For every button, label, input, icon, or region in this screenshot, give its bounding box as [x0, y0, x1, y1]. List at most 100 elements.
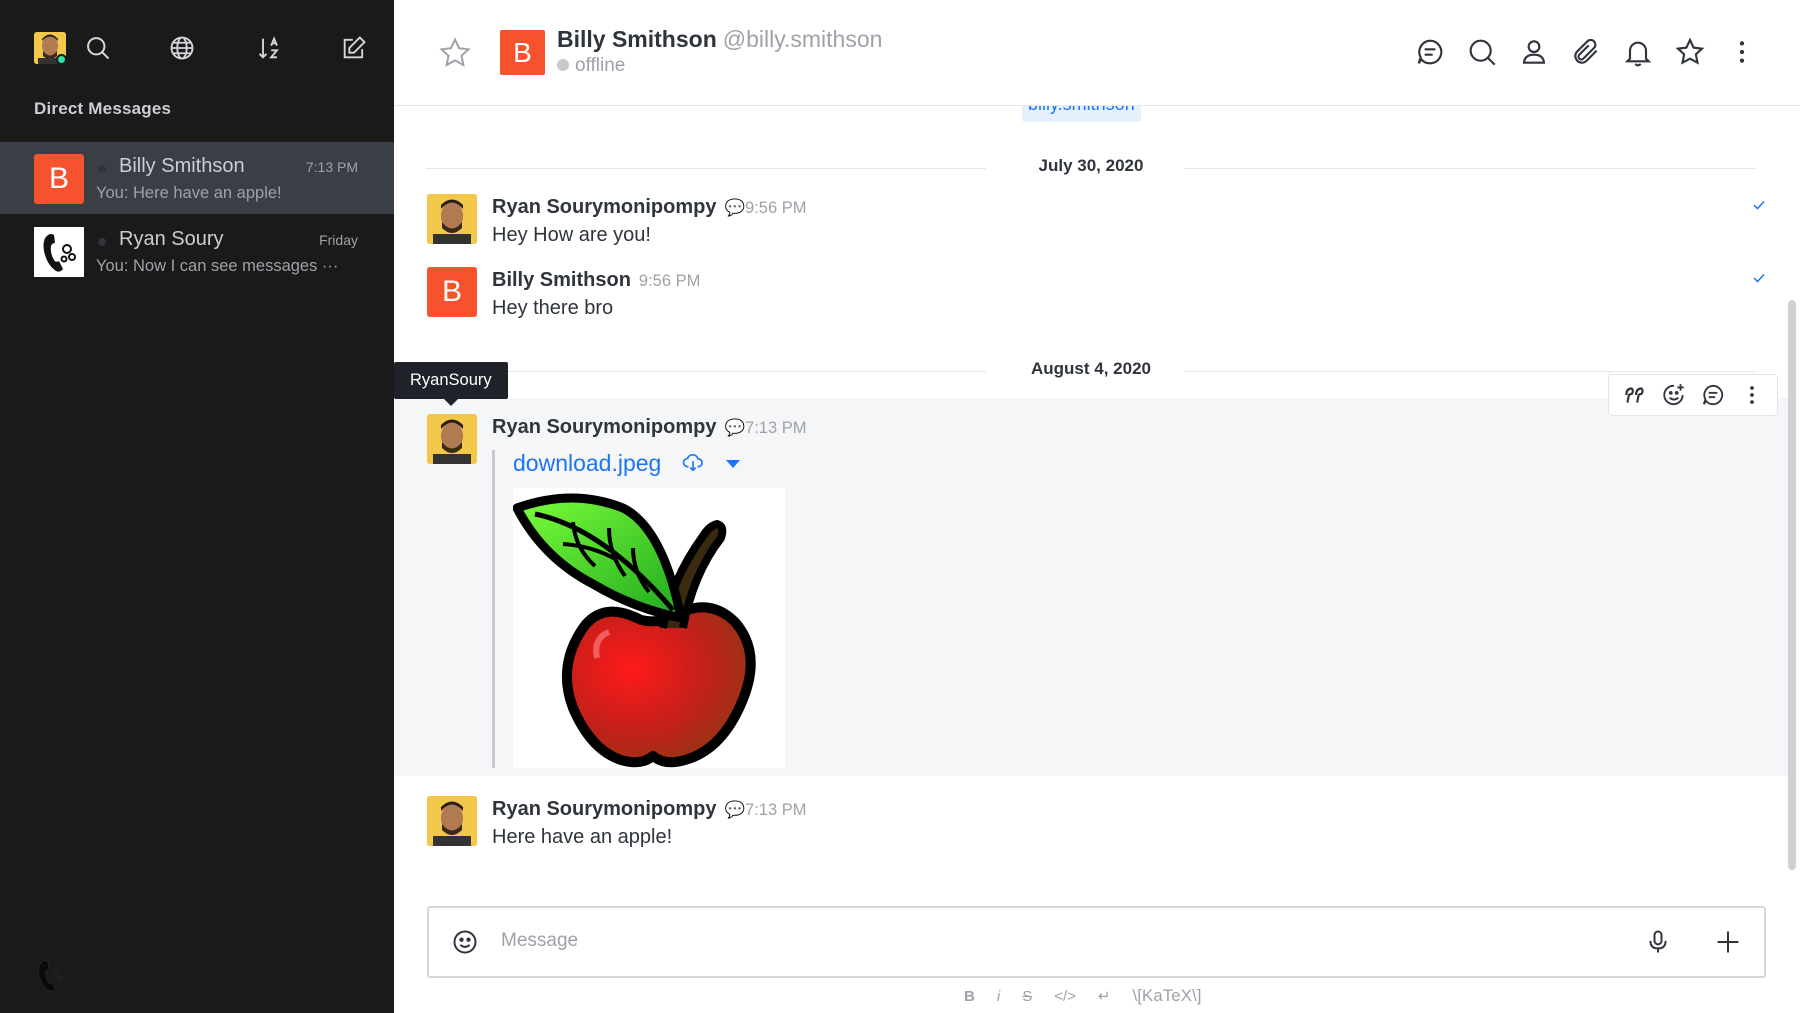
message-item-attachment[interactable]: Ryan Sourymonipompy 💬7:13 PM download.jpe…	[394, 398, 1788, 776]
message-avatar[interactable]	[427, 194, 477, 244]
message-item[interactable]: Ryan Sourymonipompy 💬7:13 PM Here have an…	[394, 786, 1788, 850]
katex-format-button[interactable]: \[KaTeX\]	[1132, 986, 1201, 1006]
attachment-link[interactable]: download.jpeg	[513, 450, 661, 476]
plus-icon[interactable]	[1714, 928, 1742, 956]
dm-time: 7:13 PM	[305, 159, 358, 175]
header-actions	[1394, 36, 1758, 68]
user-avatar[interactable]	[34, 32, 66, 64]
message-timestamp: 9:56 PM	[745, 199, 807, 217]
message-text: Hey How are you!	[492, 224, 651, 246]
message-avatar[interactable]	[427, 414, 477, 464]
message-timestamp: 7:13 PM	[745, 419, 807, 437]
dm-avatar	[34, 227, 84, 277]
message-header: Billy Smithson 9:56 PM	[492, 269, 700, 292]
message-list[interactable]: billy.smithson July 30, 2020 Ryan Sourym…	[394, 106, 1788, 886]
star-icon[interactable]	[1674, 36, 1706, 68]
room-avatar: B	[500, 30, 545, 75]
message-header: Ryan Sourymonipompy 💬9:56 PM	[492, 196, 806, 219]
user-info-icon[interactable]	[1518, 36, 1550, 68]
sidebar-toolbar	[34, 28, 374, 68]
microphone-icon[interactable]	[1644, 928, 1672, 956]
download-cloud-icon[interactable]	[682, 453, 704, 473]
room-username: @billy.smithson	[722, 26, 883, 52]
attachment-image-apple[interactable]	[513, 488, 785, 768]
attachment-title: download.jpeg	[513, 450, 741, 477]
message-author[interactable]: Ryan Sourymonipompy	[492, 196, 716, 218]
kebab-menu-icon[interactable]	[1726, 36, 1758, 68]
thread-small-icon: 💬	[724, 199, 746, 217]
strike-format-button[interactable]: S	[1022, 988, 1032, 1005]
room-header: B Billy Smithson @billy.smithson offline	[394, 0, 1800, 106]
message-item[interactable]: Ryan Sourymonipompy 💬9:56 PM Hey How are …	[394, 194, 1788, 258]
date-divider: August 4, 2020	[426, 359, 1756, 383]
bell-icon[interactable]	[1622, 36, 1654, 68]
italic-format-button[interactable]: i	[997, 988, 1000, 1005]
read-check-icon	[1752, 198, 1766, 212]
collapse-caret-icon[interactable]	[726, 460, 741, 469]
read-check-icon	[1752, 271, 1766, 285]
sidebar: Direct Messages B Billy Smithson 7:13 PM…	[0, 0, 394, 1013]
quote-icon[interactable]	[1622, 382, 1648, 408]
date-divider: July 30, 2020	[426, 156, 1756, 180]
room-title: Billy Smithson @billy.smithson	[557, 26, 882, 53]
dm-time: Friday	[319, 232, 358, 248]
multiline-format-button[interactable]: ↵	[1098, 987, 1111, 1005]
date-label: July 30, 2020	[1038, 156, 1144, 175]
message-action-toolbar	[1608, 374, 1778, 416]
date-label: August 4, 2020	[1031, 359, 1151, 378]
message-header: Ryan Sourymonipompy 💬7:13 PM	[492, 416, 806, 439]
thread-small-icon: 💬	[724, 419, 746, 437]
workspace-logo-icon[interactable]	[34, 957, 66, 993]
dm-avatar: B	[34, 154, 84, 204]
dm-last-message: You: Now I can see messages ···	[96, 257, 339, 275]
globe-icon[interactable]	[168, 34, 196, 62]
dm-last-message: You: Here have an apple!	[96, 184, 282, 202]
mention-chip[interactable]: billy.smithson	[1022, 106, 1141, 122]
edit-icon[interactable]	[340, 34, 368, 62]
message-input[interactable]: Message	[501, 930, 578, 952]
message-author[interactable]: Ryan Sourymonipompy	[492, 798, 716, 820]
dm-name: Ryan Soury	[119, 228, 224, 250]
code-format-button[interactable]: </>	[1054, 988, 1076, 1005]
room-status: offline	[557, 55, 625, 77]
message-time: 💬7:13 PM	[724, 419, 806, 437]
scrollbar[interactable]	[1788, 300, 1796, 870]
dm-item-ryan-soury[interactable]: Ryan Soury Friday You: Now I can see mes…	[0, 215, 394, 287]
emoji-icon[interactable]	[451, 928, 479, 956]
message-timestamp: 9:56 PM	[638, 272, 701, 290]
offline-status-dot	[557, 59, 569, 71]
add-reaction-icon[interactable]	[1661, 382, 1687, 408]
status-dot	[98, 165, 106, 173]
dm-name: Billy Smithson	[119, 155, 245, 177]
message-author[interactable]: Ryan Sourymonipompy	[492, 416, 716, 438]
username-tooltip: RyanSoury	[394, 362, 508, 406]
message-text: Hey there bro	[492, 297, 614, 319]
attachment-border	[492, 450, 495, 768]
message-avatar[interactable]	[427, 796, 477, 846]
message-header: Ryan Sourymonipompy 💬7:13 PM	[492, 798, 806, 821]
search-icon[interactable]	[1466, 36, 1498, 68]
search-icon[interactable]	[84, 34, 112, 62]
message-avatar[interactable]: B	[427, 267, 477, 317]
reply-thread-icon[interactable]	[1700, 382, 1726, 408]
paperclip-icon[interactable]	[1570, 36, 1602, 68]
message-author[interactable]: Billy Smithson	[492, 269, 631, 291]
room-status-text: offline	[575, 55, 626, 76]
message-text: Here have an apple!	[492, 826, 673, 848]
message-time: 💬9:56 PM	[724, 199, 806, 217]
online-status-dot	[56, 54, 66, 64]
formatting-toolbar: B i S </> ↵ \[KaTeX\]	[964, 984, 1223, 1008]
sort-icon[interactable]	[256, 34, 284, 62]
message-composer: Message	[427, 906, 1766, 978]
message-time: 💬7:13 PM	[724, 801, 806, 819]
direct-messages-heading: Direct Messages	[34, 99, 172, 118]
dm-item-billy-smithson[interactable]: B Billy Smithson 7:13 PM You: Here have …	[0, 142, 394, 214]
bold-format-button[interactable]: B	[964, 988, 975, 1005]
favorite-star-icon[interactable]	[438, 36, 472, 70]
more-actions-icon[interactable]	[1739, 382, 1765, 408]
status-dot	[98, 238, 106, 246]
room-name: Billy Smithson	[557, 26, 717, 52]
thread-icon[interactable]	[1414, 36, 1446, 68]
message-item[interactable]: B Billy Smithson 9:56 PM Hey there bro	[394, 267, 1788, 331]
message-timestamp: 7:13 PM	[745, 801, 807, 819]
